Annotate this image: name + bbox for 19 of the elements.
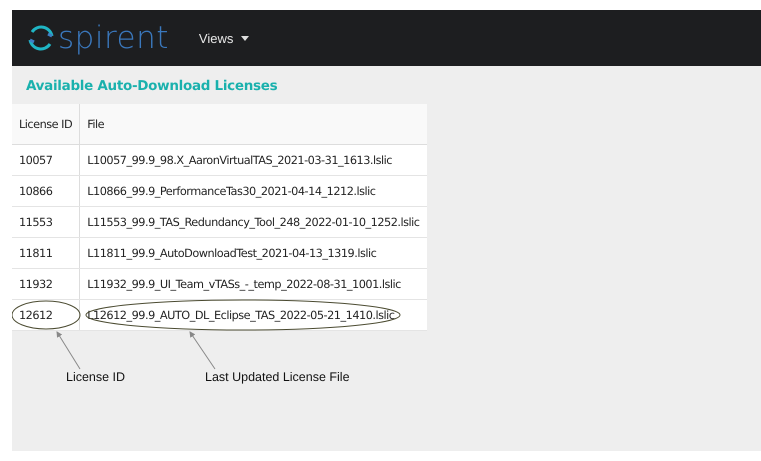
table-cell: L12612_99.9_AUTO_DL_Eclipse_TAS_2022-05-21_1410.lslic [80,300,427,330]
table-cell: 11553 [12,206,80,238]
table-cell: L11932_99.9_UI_Team_vTASs_-_temp_2022-08-31_1001.lslic [80,268,427,300]
table-cell: 10057 [12,144,80,176]
logo-text[interactable]: spirent [58,20,169,56]
table-cell: L10866_99.9_PerformanceTas30_2021-04-14_1212.lslic [80,176,427,206]
views-menu[interactable]: Views [198,30,250,46]
table-cell: L10057_99.9_98.X_AaronVirtualTAS_2021-03-31_1613.lslic [80,144,427,176]
table-cell: 12612 [12,300,80,330]
column-header: File [80,104,427,144]
table-cell: L11553_99.9_TAS_Redundancy_Tool_248_2022-01-10_1252.lslic [80,206,427,238]
page-heading: Available Auto-Download Licenses [26,78,278,94]
table-cell: 11932 [12,268,80,300]
table-cell: 11811 [12,238,80,268]
callout-label: License ID [66,370,126,384]
column-header: License ID [12,104,80,144]
table-cell: L11811_99.9_AutoDownloadTest_2021-04-13_1319.lslic [80,238,427,268]
callout-label: Last Updated License File [205,370,350,384]
table-cell: 10866 [12,176,80,206]
